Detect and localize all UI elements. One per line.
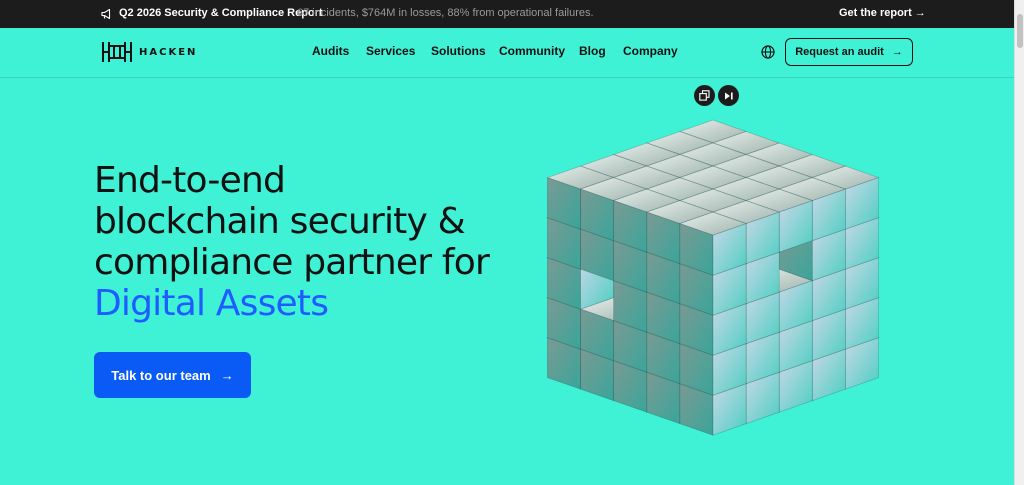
hacken-logo[interactable]: HACKEN <box>101 40 197 64</box>
nav-item-company[interactable]: Company <box>623 44 678 58</box>
headline-line-2: blockchain security & <box>94 201 466 242</box>
announcement-bar: Q2 2026 Security & Compliance Report 67 … <box>0 0 1014 28</box>
get-report-link[interactable]: Get the report → <box>839 7 926 19</box>
nav-item-solutions[interactable]: Solutions <box>431 44 486 58</box>
arrow-right-icon: → <box>891 46 903 58</box>
hero-headline: End-to-end blockchain security & complia… <box>94 160 524 324</box>
request-audit-label: Request an audit <box>795 46 884 58</box>
main-navigation: HACKEN Audits Services Solutions Communi… <box>0 28 1014 78</box>
megaphone-icon <box>101 8 111 20</box>
report-title: Q2 2026 Security & Compliance Report <box>119 7 323 19</box>
nav-item-community[interactable]: Community <box>499 44 565 58</box>
globe-icon[interactable] <box>761 45 775 59</box>
arrow-right-icon: → <box>220 367 234 383</box>
hacken-logo-mark-icon <box>102 42 132 62</box>
talk-to-team-button[interactable]: Talk to our team → <box>94 352 251 398</box>
get-report-label: Get the report <box>839 7 912 19</box>
logo-text: HACKEN <box>139 46 198 58</box>
headline-line-3: compliance partner for <box>94 242 490 283</box>
picture-in-picture-button[interactable] <box>694 85 715 106</box>
report-description: 67 incidents, $764M in losses, 88% from … <box>297 7 594 19</box>
headline-accent: Digital Assets <box>94 283 329 324</box>
page-scrollbar[interactable] <box>1014 0 1024 485</box>
nav-item-blog[interactable]: Blog <box>579 44 606 58</box>
cube-blocks <box>546 119 880 436</box>
skip-forward-icon <box>724 92 733 99</box>
picture-in-picture-icon <box>699 90 710 101</box>
request-audit-button[interactable]: Request an audit → <box>785 38 913 66</box>
nav-item-audits[interactable]: Audits <box>312 44 349 58</box>
skip-forward-button[interactable] <box>718 85 739 106</box>
cta-label: Talk to our team <box>111 367 211 383</box>
headline-line-1: End-to-end <box>94 160 286 201</box>
scrollbar-thumb[interactable] <box>1017 14 1023 48</box>
cube-illustration <box>546 119 880 436</box>
nav-item-services[interactable]: Services <box>366 44 415 58</box>
arrow-right-icon: → <box>914 7 926 19</box>
